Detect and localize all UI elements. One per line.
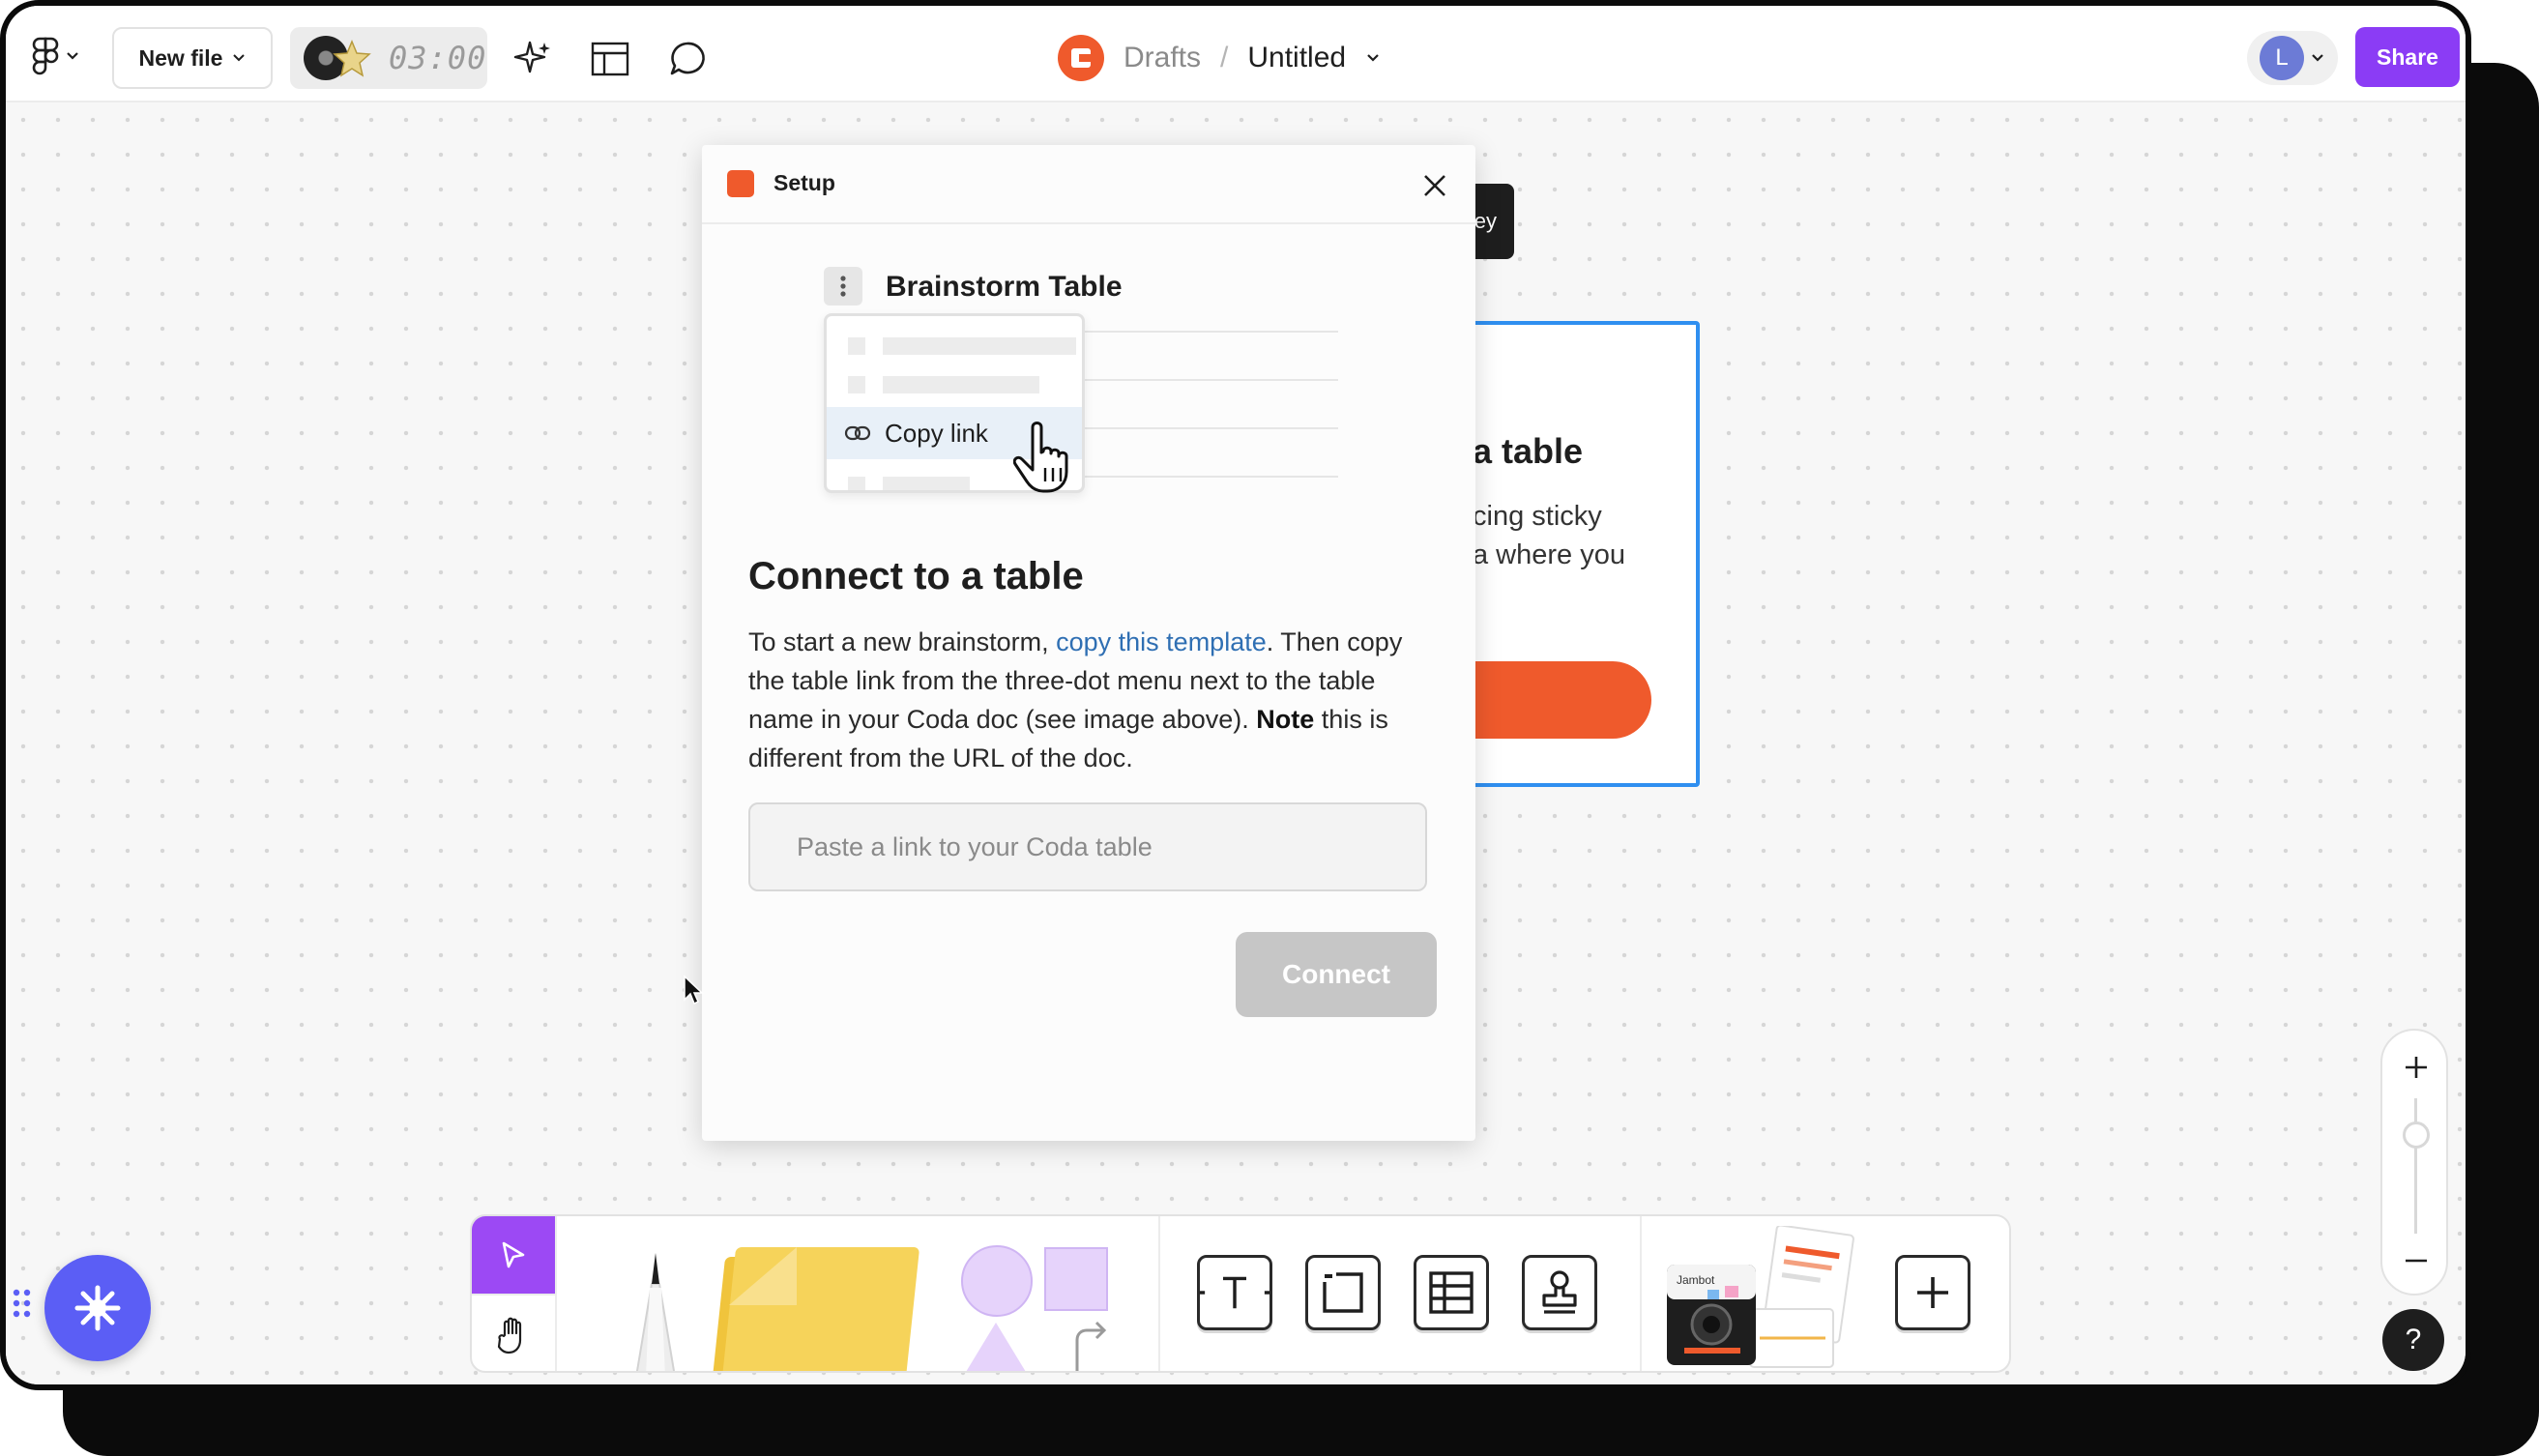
illustration-copy-link-label: Copy link bbox=[885, 418, 988, 448]
ai-sparkle-button[interactable] bbox=[509, 35, 557, 83]
widgets-tool-icon[interactable]: Jambot bbox=[1661, 1226, 1854, 1371]
cursor-arrow-icon bbox=[502, 1241, 525, 1268]
app-window: New file 03:00 Drafts / Untitled L Share… bbox=[0, 0, 2471, 1390]
link-icon bbox=[844, 425, 871, 441]
hand-pointer-icon bbox=[1013, 422, 1068, 493]
zoom-in-button[interactable] bbox=[2397, 1048, 2436, 1087]
new-file-label: New file bbox=[138, 44, 223, 71]
widget-card-title: a table bbox=[1473, 431, 1584, 471]
dialog-header: Setup bbox=[702, 145, 1475, 224]
minus-icon bbox=[2406, 1259, 2427, 1263]
breadcrumb: Drafts / Untitled bbox=[1058, 31, 1381, 85]
copy-template-link[interactable]: copy this template bbox=[1056, 627, 1267, 656]
section-icon bbox=[1323, 1272, 1363, 1313]
help-button[interactable]: ? bbox=[2382, 1309, 2444, 1371]
shape-circle-tool[interactable] bbox=[961, 1245, 1033, 1317]
dialog-heading: Connect to a table bbox=[748, 555, 1084, 597]
table-icon bbox=[1429, 1271, 1474, 1314]
plus-icon bbox=[2406, 1057, 2427, 1078]
section-tool[interactable] bbox=[1305, 1255, 1381, 1330]
instructions-text-1: To start a new brainstorm, bbox=[748, 627, 1057, 656]
instructions-note-label: Note bbox=[1256, 705, 1315, 734]
table-link-input[interactable] bbox=[748, 802, 1427, 891]
text-tool[interactable] bbox=[1197, 1255, 1272, 1330]
dialog-title: Setup bbox=[773, 170, 835, 195]
zoom-controls bbox=[2380, 1029, 2448, 1296]
new-file-button[interactable]: New file bbox=[112, 27, 273, 89]
connect-button[interactable]: Connect bbox=[1236, 932, 1437, 1017]
dialog-instructions: To start a new brainstorm, copy this tem… bbox=[748, 623, 1445, 777]
shape-square-tool[interactable] bbox=[1044, 1247, 1108, 1311]
connector-arrow-icon[interactable] bbox=[1064, 1317, 1112, 1373]
creation-toolbar: Jambot bbox=[470, 1214, 2011, 1373]
drag-handle-icon[interactable] bbox=[12, 1288, 33, 1319]
illustration-divider bbox=[1081, 379, 1338, 381]
sparkle-icon bbox=[513, 41, 550, 73]
illustration-divider bbox=[1081, 331, 1338, 333]
widget-brand-text: Jambot bbox=[1677, 1273, 1715, 1287]
widget-card-text-line-2: a where you bbox=[1473, 539, 1625, 570]
illustration-table-title: Brainstorm Table bbox=[886, 271, 1123, 303]
zoom-out-button[interactable] bbox=[2397, 1241, 2436, 1280]
share-button[interactable]: Share bbox=[2355, 27, 2460, 87]
widget-card-button[interactable] bbox=[1456, 661, 1651, 739]
star-icon bbox=[333, 40, 371, 77]
toolbar-divider bbox=[555, 1216, 557, 1371]
stamp-tool[interactable] bbox=[1522, 1255, 1597, 1330]
pen-tool-icon[interactable] bbox=[607, 1245, 704, 1373]
coda-logo-icon bbox=[727, 170, 754, 197]
hand-tool[interactable] bbox=[472, 1294, 555, 1371]
illustration-divider bbox=[1081, 427, 1338, 429]
avatar: L bbox=[2260, 36, 2304, 80]
table-tool[interactable] bbox=[1414, 1255, 1489, 1330]
comment-button[interactable] bbox=[663, 35, 712, 83]
sticky-note-tool[interactable] bbox=[721, 1247, 920, 1371]
tooltip-text: ey bbox=[1474, 209, 1497, 233]
chevron-down-icon bbox=[2312, 54, 2323, 62]
close-icon bbox=[1424, 175, 1445, 196]
timer-widget[interactable]: 03:00 bbox=[290, 27, 487, 89]
hand-icon bbox=[497, 1317, 522, 1354]
chevron-down-icon bbox=[233, 54, 246, 62]
close-button[interactable] bbox=[1415, 166, 1454, 205]
plugin-launcher-button[interactable] bbox=[44, 1255, 151, 1361]
top-toolbar: New file 03:00 Drafts / Untitled L Share bbox=[6, 6, 2466, 102]
layout-button[interactable] bbox=[586, 35, 634, 83]
zoom-slider-track[interactable] bbox=[2414, 1098, 2417, 1234]
layout-icon bbox=[591, 42, 629, 76]
toolbar-divider bbox=[1640, 1216, 1642, 1371]
move-tool[interactable] bbox=[472, 1216, 555, 1294]
mouse-cursor-icon bbox=[684, 975, 704, 1005]
text-icon bbox=[1200, 1276, 1270, 1309]
shape-triangle-tool[interactable] bbox=[963, 1323, 1029, 1371]
figma-logo-icon bbox=[32, 37, 59, 75]
file-title[interactable]: Untitled bbox=[1247, 42, 1346, 74]
toolbar-divider bbox=[1158, 1216, 1160, 1371]
user-menu[interactable]: L bbox=[2247, 31, 2338, 85]
plus-icon bbox=[1917, 1277, 1948, 1308]
comment-icon bbox=[670, 42, 705, 75]
more-tools-button[interactable] bbox=[1895, 1255, 1970, 1330]
setup-dialog: Setup Brainstorm Table Copy link Connect… bbox=[702, 145, 1475, 1141]
asterisk-icon bbox=[74, 1285, 121, 1331]
chevron-down-icon bbox=[67, 52, 78, 60]
coda-logo-icon bbox=[1058, 35, 1104, 81]
zoom-slider-handle[interactable] bbox=[2403, 1121, 2430, 1149]
illustration-divider bbox=[1081, 476, 1338, 478]
breadcrumb-separator: / bbox=[1220, 42, 1229, 73]
stamp-icon bbox=[1542, 1270, 1577, 1314]
more-vertical-icon bbox=[824, 267, 862, 306]
timer-text: 03:00 bbox=[389, 40, 487, 76]
main-menu-button[interactable] bbox=[27, 35, 85, 77]
widget-card-text-line-1: cing sticky bbox=[1473, 501, 1602, 532]
breadcrumb-drafts[interactable]: Drafts bbox=[1124, 42, 1201, 74]
chevron-down-icon[interactable] bbox=[1365, 52, 1381, 64]
